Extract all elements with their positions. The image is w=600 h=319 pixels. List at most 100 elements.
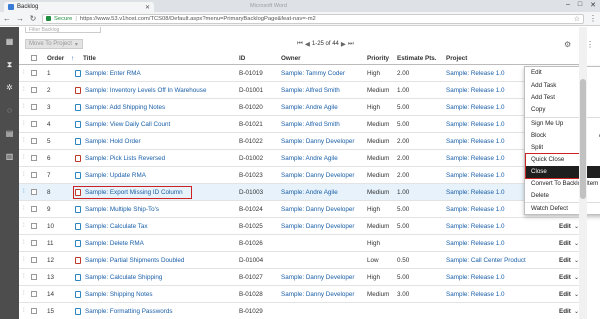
- menu-split[interactable]: Split: [525, 142, 600, 154]
- row-owner[interactable]: Sample: Danny Developer: [281, 206, 355, 213]
- select-all-checkbox[interactable]: [31, 55, 37, 61]
- forward-icon[interactable]: →: [16, 14, 24, 23]
- table-row[interactable]: ⁞ 13 Sample: Calculate Shipping B-01027 Samp…: [19, 269, 579, 286]
- close-window-icon[interactable]: ✕: [590, 1, 596, 9]
- row-project[interactable]: Sample: Release 1.0: [446, 87, 504, 94]
- table-row[interactable]: ⁞ 14 Sample: Shipping Notes B-01028 Sample: …: [19, 286, 579, 303]
- row-title[interactable]: Sample: Inventory Levels Off In Warehous…: [85, 87, 206, 94]
- drag-handle-icon[interactable]: ⁞: [23, 87, 25, 93]
- address-bar[interactable]: Secure | https://www.53.v1host.com/TCS08…: [42, 13, 584, 24]
- row-title[interactable]: Sample: Partial Shipments Doubled: [85, 257, 184, 264]
- row-project[interactable]: Sample: Release 1.0: [446, 189, 504, 196]
- row-project[interactable]: Sample: Release 1.0: [446, 155, 504, 162]
- col-title[interactable]: Title: [83, 55, 96, 62]
- menu-convert-to-backlog-item[interactable]: Convert To Backlog Item: [525, 178, 600, 190]
- drag-handle-icon[interactable]: ⁞: [23, 291, 25, 297]
- row-title[interactable]: Sample: Multiple Ship-To's: [85, 206, 159, 213]
- col-id[interactable]: ID: [239, 55, 245, 62]
- grid-menu-icon[interactable]: ⋮: [586, 40, 594, 49]
- grid-icon[interactable]: ▦: [5, 37, 14, 46]
- url-text[interactable]: https://www.53.v1host.com/TCS08/Default.…: [80, 16, 316, 22]
- menu-watch-defect[interactable]: Watch Defect: [525, 203, 600, 215]
- drag-handle-icon[interactable]: ⁞: [23, 138, 25, 144]
- menu-add-task[interactable]: Add Task: [525, 80, 600, 92]
- maximize-icon[interactable]: □: [578, 1, 582, 9]
- row-checkbox[interactable]: [31, 87, 37, 93]
- table-row[interactable]: ⁞ 6 Sample: Pick Lists Reversed D-01002 Samp…: [19, 150, 579, 167]
- row-checkbox[interactable]: [31, 104, 37, 110]
- row-owner[interactable]: Sample: Andre Agile: [281, 189, 338, 196]
- drag-handle-icon[interactable]: ⁞: [23, 155, 25, 161]
- row-checkbox[interactable]: [31, 274, 37, 280]
- col-project[interactable]: Project: [446, 55, 467, 62]
- table-row[interactable]: ⁞ 2 Sample: Inventory Levels Off In Wareho…: [19, 82, 579, 99]
- row-title[interactable]: Sample: Formatting Passwords: [85, 308, 173, 315]
- table-row[interactable]: ⁞ 3 Sample: Add Shipping Notes B-01020 Sampl…: [19, 99, 579, 116]
- clipboard-icon[interactable]: ▥: [5, 152, 14, 161]
- drag-handle-icon[interactable]: ⁞: [23, 274, 25, 280]
- table-row[interactable]: ⁞ 11 Sample: Delete RMA B-01026 High Sample: …: [19, 235, 579, 252]
- drag-handle-icon[interactable]: ⁞: [23, 257, 25, 263]
- row-project[interactable]: Sample: Release 1.0: [446, 206, 504, 213]
- menu-block[interactable]: Block▸: [525, 130, 600, 142]
- reload-icon[interactable]: ↻: [29, 14, 37, 23]
- row-title[interactable]: Sample: Hold Order: [85, 138, 141, 145]
- row-owner[interactable]: Sample: Andre Agile: [281, 104, 338, 111]
- drag-handle-icon[interactable]: ⁞: [23, 172, 25, 178]
- row-checkbox[interactable]: [31, 70, 37, 76]
- row-project[interactable]: Sample: Release 1.0: [446, 138, 504, 145]
- col-owner[interactable]: Owner: [281, 55, 301, 62]
- network-icon[interactable]: ✲: [5, 83, 14, 92]
- row-project[interactable]: Sample: Release 1.0: [446, 121, 504, 128]
- drag-handle-icon[interactable]: ⁞: [23, 206, 25, 212]
- row-owner[interactable]: Sample: Alfred Smith: [281, 87, 340, 94]
- edit-link[interactable]: Edit: [559, 308, 571, 315]
- row-project[interactable]: Sample: Release 1.0: [446, 291, 504, 298]
- row-title[interactable]: Sample: Update RMA: [85, 172, 146, 179]
- menu-add-test[interactable]: Add Test: [525, 92, 600, 104]
- chat-icon[interactable]: ◌: [5, 106, 14, 115]
- row-project[interactable]: Sample: Release 1.0: [446, 104, 504, 111]
- row-project[interactable]: Sample: Call Center Product: [446, 257, 526, 264]
- scrollbar[interactable]: [579, 27, 587, 319]
- row-project[interactable]: Sample: Release 1.0: [446, 274, 504, 281]
- first-page-icon[interactable]: ⏮: [297, 40, 303, 48]
- scrollbar-thumb[interactable]: [580, 79, 586, 199]
- drag-handle-icon[interactable]: ⁞: [23, 70, 25, 76]
- row-project[interactable]: Sample: Release 1.0: [446, 172, 504, 179]
- row-checkbox[interactable]: [31, 291, 37, 297]
- minimize-icon[interactable]: –: [566, 1, 570, 9]
- drag-handle-icon[interactable]: ⁞: [23, 308, 25, 314]
- row-checkbox[interactable]: [31, 240, 37, 246]
- row-project[interactable]: Sample: Release 1.0: [446, 70, 504, 77]
- col-priority[interactable]: Priority: [367, 55, 389, 62]
- drag-handle-icon[interactable]: ⁞: [23, 189, 25, 195]
- prev-page-icon[interactable]: ◀: [305, 40, 310, 48]
- browser-tab[interactable]: Backlog ✕: [4, 2, 154, 12]
- row-project[interactable]: Sample: Release 1.0: [446, 240, 504, 247]
- document-icon[interactable]: ▤: [5, 129, 14, 138]
- row-owner[interactable]: Sample: Tammy Coder: [281, 70, 345, 77]
- edit-link[interactable]: Edit: [559, 240, 571, 247]
- row-owner[interactable]: Sample: Danny Developer: [281, 274, 355, 281]
- col-order[interactable]: Order: [47, 55, 64, 62]
- row-checkbox[interactable]: [31, 155, 37, 161]
- row-owner[interactable]: Sample: Danny Developer: [281, 138, 355, 145]
- table-row[interactable]: ⁞ 5 Sample: Hold Order B-01022 Sample: Danny…: [19, 133, 579, 150]
- row-title[interactable]: Sample: View Daily Call Count: [85, 121, 170, 128]
- last-page-icon[interactable]: ⏭: [348, 40, 354, 48]
- drag-handle-icon[interactable]: ⁞: [23, 121, 25, 127]
- menu-copy[interactable]: Copy: [525, 104, 600, 116]
- row-title[interactable]: Sample: Calculate Shipping: [85, 274, 162, 281]
- hourglass-icon[interactable]: ⧗: [5, 60, 14, 69]
- table-row[interactable]: ⁞ 10 Sample: Calculate Tax B-01025 Sample: D…: [19, 218, 579, 235]
- back-icon[interactable]: ←: [3, 14, 11, 23]
- row-checkbox[interactable]: [31, 257, 37, 263]
- table-row[interactable]: ⁞ 1 Sample: Enter RMA B-01019 Sample: Tammy …: [19, 65, 579, 82]
- row-title[interactable]: Sample: Add Shipping Notes: [85, 104, 165, 111]
- gear-icon[interactable]: ⚙: [564, 40, 571, 49]
- drag-handle-icon[interactable]: ⁞: [23, 223, 25, 229]
- col-estimate[interactable]: Estimate Pts.: [397, 55, 437, 62]
- table-row[interactable]: ⁞ 12 Sample: Partial Shipments Doubled D-01…: [19, 252, 579, 269]
- drag-handle-icon[interactable]: ⁞: [23, 104, 25, 110]
